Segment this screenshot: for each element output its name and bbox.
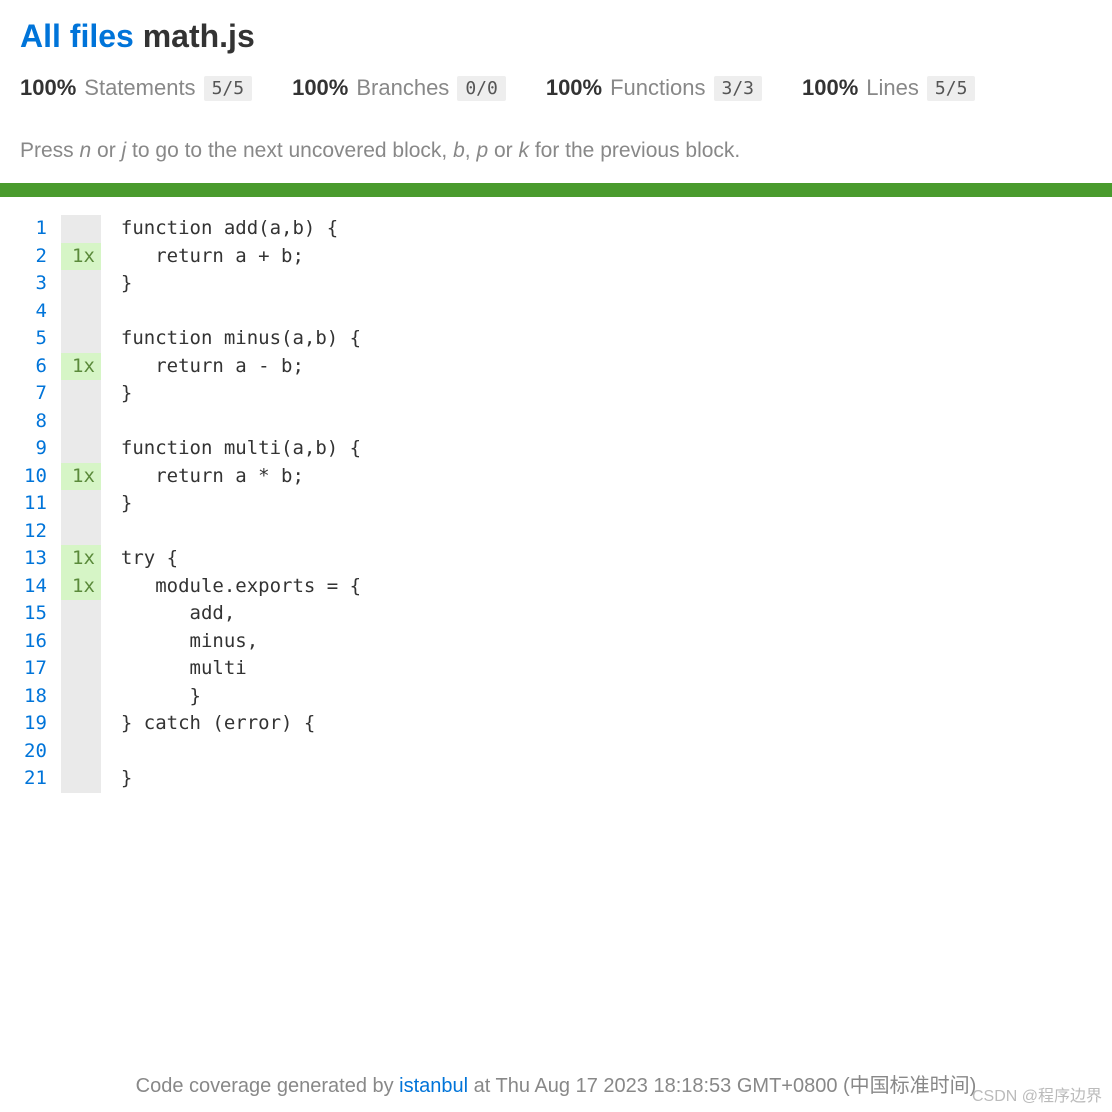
code-line: function multi(a,b) { (121, 435, 361, 463)
coverage-bar (0, 183, 1112, 197)
stat-statements-label: Statements (84, 75, 195, 101)
line-hit-count (61, 325, 101, 353)
line-number[interactable]: 2 (20, 243, 51, 271)
code-line (121, 738, 361, 766)
watermark: CSDN @程序边界 (972, 1082, 1102, 1106)
line-number[interactable]: 21 (20, 765, 51, 793)
line-hit-count (61, 408, 101, 436)
code-line: return a * b; (121, 463, 361, 491)
stat-lines: 100% Lines 5/5 (802, 75, 975, 101)
code-line: add, (121, 600, 361, 628)
code-line: } (121, 270, 361, 298)
istanbul-link[interactable]: istanbul (399, 1075, 468, 1097)
line-number[interactable]: 15 (20, 600, 51, 628)
line-number[interactable]: 13 (20, 545, 51, 573)
line-hit-count: 1x (61, 545, 101, 573)
line-hit-count (61, 490, 101, 518)
line-number[interactable]: 9 (20, 435, 51, 463)
code-line: multi (121, 655, 361, 683)
footer: Code coverage generated by istanbul at T… (0, 1069, 1112, 1098)
code-line: minus, (121, 628, 361, 656)
stat-lines-pct: 100% (802, 75, 858, 101)
stat-branches-pct: 100% (292, 75, 348, 101)
line-hit-count (61, 380, 101, 408)
stat-functions-label: Functions (610, 75, 705, 101)
stat-statements-fraction: 5/5 (204, 76, 253, 101)
code-line: return a - b; (121, 353, 361, 381)
line-number[interactable]: 8 (20, 408, 51, 436)
line-number[interactable]: 5 (20, 325, 51, 353)
code-line (121, 518, 361, 546)
line-number[interactable]: 14 (20, 573, 51, 601)
line-number[interactable]: 6 (20, 353, 51, 381)
line-number[interactable]: 18 (20, 683, 51, 711)
keyboard-hint: Press n or j to go to the next uncovered… (0, 139, 1112, 183)
stat-functions: 100% Functions 3/3 (546, 75, 762, 101)
code-line: try { (121, 545, 361, 573)
code-line (121, 298, 361, 326)
line-hit-count (61, 655, 101, 683)
line-hit-count (61, 270, 101, 298)
line-hit-count: 1x (61, 353, 101, 381)
line-number[interactable]: 16 (20, 628, 51, 656)
code-line: } (121, 490, 361, 518)
code-line: } (121, 765, 361, 793)
line-hit-count (61, 298, 101, 326)
breadcrumb: All files math.js (20, 18, 1092, 55)
stat-branches-label: Branches (356, 75, 449, 101)
breadcrumb-root-link[interactable]: All files (20, 18, 134, 54)
code-line: function minus(a,b) { (121, 325, 361, 353)
code-line: } (121, 683, 361, 711)
line-hit-count (61, 435, 101, 463)
code-line: } (121, 380, 361, 408)
line-hit-count (61, 683, 101, 711)
source-code-view: 123456789101112131415161718192021 1x1x1x… (0, 197, 1112, 793)
line-number[interactable]: 19 (20, 710, 51, 738)
stat-functions-pct: 100% (546, 75, 602, 101)
line-hit-count (61, 215, 101, 243)
line-number[interactable]: 3 (20, 270, 51, 298)
code-line (121, 408, 361, 436)
stat-statements-pct: 100% (20, 75, 76, 101)
line-number[interactable]: 12 (20, 518, 51, 546)
line-hit-count (61, 765, 101, 793)
line-number[interactable]: 17 (20, 655, 51, 683)
stat-statements: 100% Statements 5/5 (20, 75, 252, 101)
stat-branches: 100% Branches 0/0 (292, 75, 506, 101)
line-number[interactable]: 7 (20, 380, 51, 408)
breadcrumb-current: math.js (143, 18, 255, 54)
line-number[interactable]: 10 (20, 463, 51, 491)
line-hit-count: 1x (61, 243, 101, 271)
line-number[interactable]: 20 (20, 738, 51, 766)
line-number[interactable]: 11 (20, 490, 51, 518)
hit-count-gutter: 1x1x1x1x1x (61, 215, 101, 793)
code-line: function add(a,b) { (121, 215, 361, 243)
code-line: return a + b; (121, 243, 361, 271)
code-line: module.exports = { (121, 573, 361, 601)
stat-lines-label: Lines (866, 75, 919, 101)
line-number-gutter: 123456789101112131415161718192021 (20, 215, 61, 793)
code-lines: function add(a,b) { return a + b;} funct… (101, 215, 361, 793)
stat-branches-fraction: 0/0 (457, 76, 506, 101)
coverage-stats: 100% Statements 5/5 100% Branches 0/0 10… (20, 75, 1092, 101)
line-hit-count (61, 600, 101, 628)
line-hit-count: 1x (61, 573, 101, 601)
line-hit-count: 1x (61, 463, 101, 491)
stat-functions-fraction: 3/3 (714, 76, 763, 101)
line-hit-count (61, 518, 101, 546)
stat-lines-fraction: 5/5 (927, 76, 976, 101)
code-line: } catch (error) { (121, 710, 361, 738)
line-hit-count (61, 710, 101, 738)
line-hit-count (61, 738, 101, 766)
line-number[interactable]: 4 (20, 298, 51, 326)
line-number[interactable]: 1 (20, 215, 51, 243)
line-hit-count (61, 628, 101, 656)
